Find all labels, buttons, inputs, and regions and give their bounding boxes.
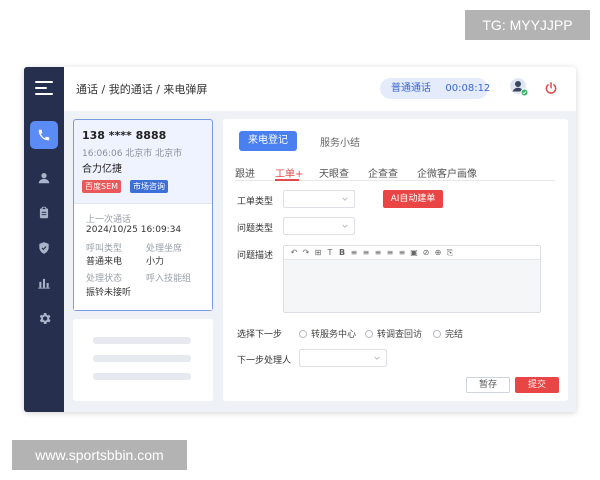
power-button[interactable] [544, 80, 558, 94]
call-timer: 00:08:12 [445, 83, 491, 94]
text-icon[interactable]: T [324, 247, 336, 259]
radio-circle [299, 330, 307, 338]
link-icon[interactable]: ⊘ [420, 247, 432, 259]
skeleton-line [93, 337, 191, 344]
handler-label: 处理坐席 [146, 244, 183, 254]
last-call-time: 2024/10/25 16:09:34 [86, 225, 182, 235]
skeleton-line [93, 355, 191, 362]
sidebar-item-tickets[interactable] [30, 199, 58, 227]
undo-icon[interactable]: ↶ [288, 247, 300, 259]
sidebar-item-calls[interactable] [30, 121, 58, 149]
subtab-bar: 跟进 工单+ 天眼查 企查查 企微客户画像 [235, 165, 555, 181]
status-value: 振铃未接听 [86, 288, 132, 298]
radio-label: 转服务中心 [311, 330, 357, 340]
subtab-ticket[interactable]: 工单+ [275, 165, 303, 180]
emoji-icon[interactable]: ⊕ [432, 247, 444, 259]
main-panel: 来电登记 服务小结 跟进 工单+ 天眼查 企查查 企微客户画像 工单类型 AI自… [223, 119, 568, 401]
handler-value: 小力 [146, 257, 165, 267]
call-status-pill: 普通通话 00:08:12 [380, 78, 491, 99]
problem-desc-editor[interactable]: ↶ ↷ ⊞ T B ≡ ≡ ≡ ≡ ≡ ▣ ⊘ ⊕ ⎘ [283, 245, 541, 313]
app-window: 通话 / 我的通话 / 来电弹屏 普通通话 00:08:12 138 **** … [24, 67, 576, 412]
sidebar [24, 67, 64, 412]
phone-icon [38, 129, 50, 141]
telegram-watermark: TG: MYYJJPP [465, 10, 590, 40]
align-right-icon[interactable]: ≡ [372, 247, 384, 259]
chevron-down-icon [342, 197, 348, 201]
tab-call-register[interactable]: 来电登记 [239, 131, 297, 151]
next-step-label: 选择下一步 [237, 330, 283, 340]
editor-toolbar: ↶ ↷ ⊞ T B ≡ ≡ ≡ ≡ ≡ ▣ ⊘ ⊕ ⎘ [284, 246, 540, 260]
bar-chart-icon [38, 278, 50, 289]
call-type-text: 普通通话 [391, 83, 431, 94]
agent-avatar[interactable] [509, 77, 529, 97]
sidebar-item-security[interactable] [30, 234, 58, 262]
call-type-value: 普通来电 [86, 257, 123, 267]
user-icon [38, 173, 50, 184]
problem-type-label: 问题类型 [237, 224, 274, 234]
hamburger-menu-icon[interactable] [35, 81, 53, 95]
next-handler-select[interactable] [299, 349, 387, 367]
save-draft-button[interactable]: 暂存 [466, 377, 510, 393]
align-center-icon[interactable]: ≡ [360, 247, 372, 259]
clipboard-icon [39, 206, 49, 219]
call-type-label: 呼叫类型 [86, 244, 123, 254]
radio-survey-followup[interactable]: 转调查回访 [365, 327, 422, 340]
status-label: 处理状态 [86, 274, 123, 284]
bold-icon[interactable]: B [336, 247, 348, 259]
subtab-wecom-profile[interactable]: 企微客户画像 [417, 165, 477, 180]
breadcrumb: 通话 / 我的通话 / 来电弹屏 [76, 83, 208, 96]
list-icon[interactable]: ≡ [384, 247, 396, 259]
subtab-follow-up[interactable]: 跟进 [235, 165, 255, 180]
image-icon[interactable]: ▣ [408, 247, 420, 259]
ai-create-ticket-button[interactable]: AI自动建单 [383, 190, 443, 208]
source-tag: 百度SEM [82, 180, 122, 193]
caller-phone: 138 **** 8888 [82, 129, 167, 142]
subtab-tianyancha[interactable]: 天眼查 [319, 165, 349, 180]
ticket-type-select[interactable] [283, 190, 355, 208]
align-left-icon[interactable]: ≡ [348, 247, 360, 259]
caller-details: 上一次通话 2024/10/25 16:09:34 呼叫类型 普通来电 处理坐席… [74, 203, 212, 310]
caller-card[interactable]: 138 **** 8888 16:06:06 北京市 北京市 合力亿捷 百度SE… [73, 119, 213, 311]
power-icon [545, 81, 557, 94]
radio-service-center[interactable]: 转服务中心 [299, 327, 356, 340]
chevron-down-icon [342, 224, 348, 228]
sidebar-item-reports[interactable] [30, 269, 58, 297]
tab-service-summary[interactable]: 服务小结 [320, 134, 360, 149]
radio-label: 转调查回访 [377, 330, 423, 340]
top-bar: 通话 / 我的通话 / 来电弹屏 普通通话 00:08:12 [64, 67, 576, 111]
problem-type-select[interactable] [283, 217, 355, 235]
chevron-down-icon [374, 356, 380, 360]
sidebar-item-settings[interactable] [30, 304, 58, 332]
radio-label: 完结 [445, 330, 464, 340]
last-call-label: 上一次通话 [86, 215, 132, 225]
clear-icon[interactable]: ⎘ [444, 247, 456, 259]
skill-group-label: 呼入技能组 [146, 274, 192, 284]
category-tag: 市场咨询 [130, 180, 168, 193]
sidebar-item-contacts[interactable] [30, 164, 58, 192]
ordered-list-icon[interactable]: ≡ [396, 247, 408, 259]
avatar-icon [510, 78, 529, 97]
ticket-type-label: 工单类型 [237, 197, 274, 207]
skeleton-line [93, 373, 191, 380]
next-handler-label: 下一步处理人 [237, 356, 292, 366]
format-icon[interactable]: ⊞ [312, 247, 324, 259]
submit-button[interactable]: 提交 [515, 377, 559, 393]
caller-company: 合力亿捷 [82, 164, 122, 175]
subtab-qichacha[interactable]: 企查查 [368, 165, 398, 180]
gear-icon [39, 312, 51, 324]
problem-desc-label: 问题描述 [237, 251, 274, 261]
radio-complete[interactable]: 完结 [433, 327, 463, 340]
radio-circle [365, 330, 373, 338]
site-watermark: www.sportsbbin.com [12, 440, 187, 470]
active-subtab-underline [275, 179, 299, 181]
shield-icon [39, 242, 49, 254]
placeholder-card [73, 319, 213, 401]
redo-icon[interactable]: ↷ [300, 247, 312, 259]
caller-time-location: 16:06:06 北京市 北京市 [82, 149, 183, 159]
radio-circle [433, 330, 441, 338]
